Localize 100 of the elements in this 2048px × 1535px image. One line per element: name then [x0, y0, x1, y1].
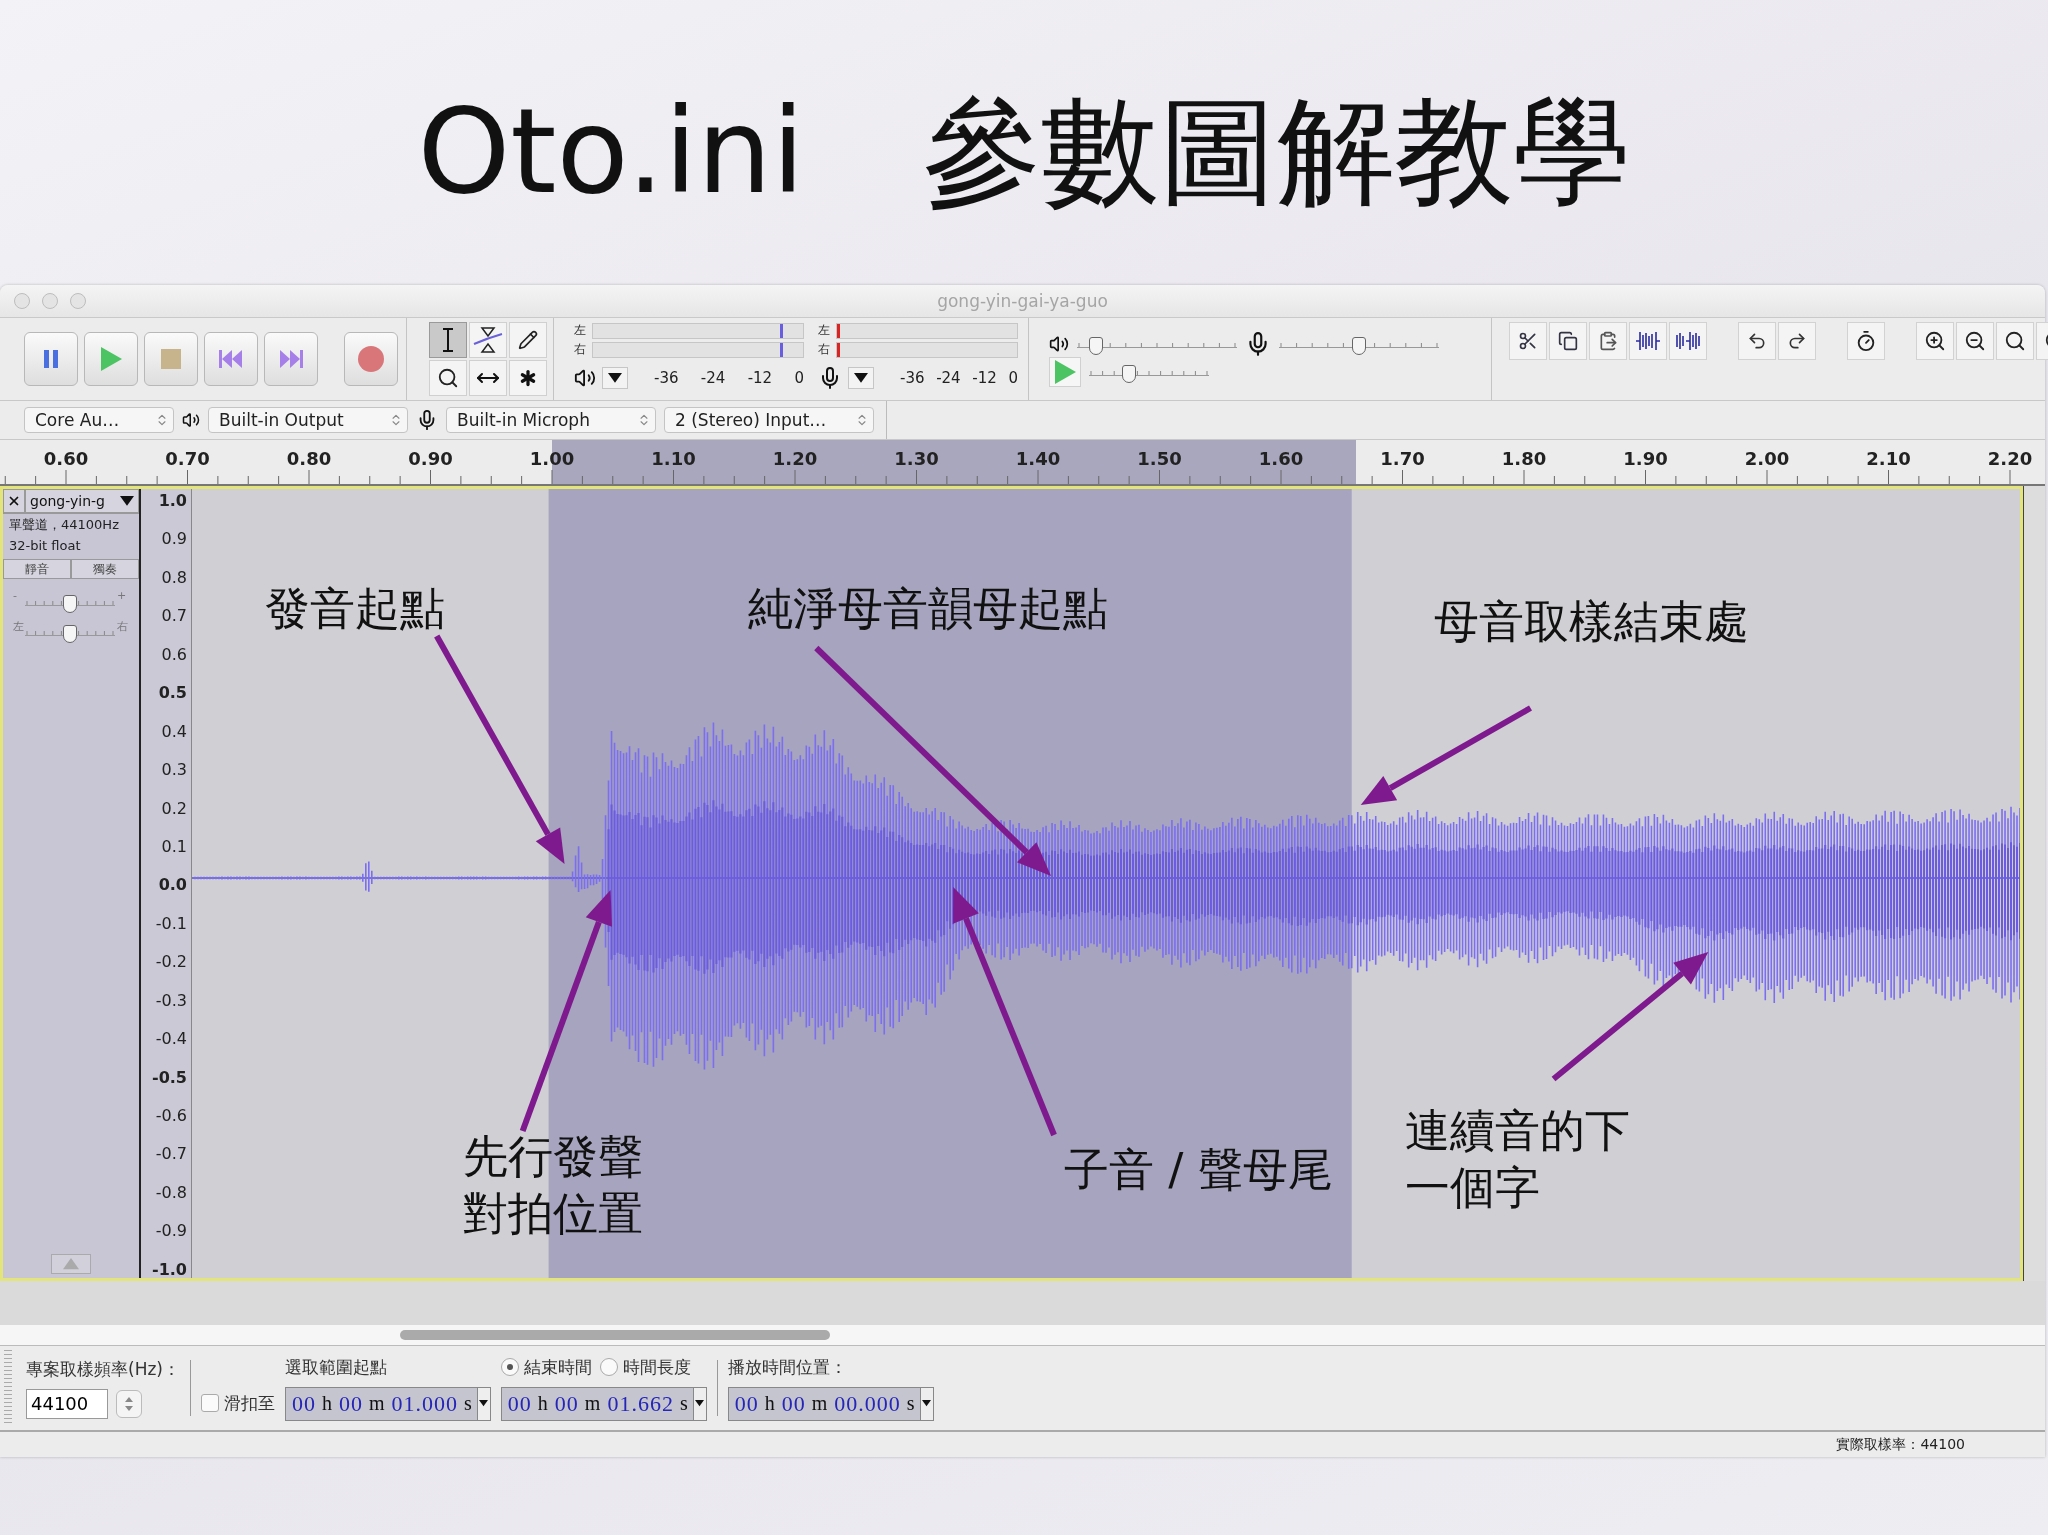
speaker-icon [1049, 334, 1069, 354]
slider-thumb[interactable] [1352, 337, 1366, 355]
paste-button[interactable] [1589, 322, 1627, 360]
snap-to-checkbox[interactable]: 滑扣至 [201, 1391, 275, 1415]
audio-host-select[interactable]: Core Au… [24, 407, 174, 433]
amplitude-label: 0.0 [157, 877, 188, 894]
tool-button[interactable] [429, 322, 467, 358]
project-rate-field[interactable]: 44100 [26, 1388, 108, 1419]
annotation-text: 先行發聲 對拍位置 [463, 1129, 643, 1243]
time-label: 1.70 [1380, 448, 1425, 469]
caret-icon [854, 373, 868, 383]
speaker-icon [182, 411, 200, 429]
output-device-select[interactable]: Built-in Output [208, 407, 408, 433]
project-rate-label: 專案取樣頻率(Hz)： [26, 1357, 180, 1381]
cut-button[interactable] [1509, 322, 1547, 360]
close-icon [7, 494, 21, 508]
amplitude-label: 0.6 [160, 646, 188, 663]
close-track-button[interactable] [3, 489, 25, 513]
paste-icon [1598, 331, 1618, 351]
caret-icon [479, 1400, 489, 1407]
meter-menu-button[interactable] [602, 367, 628, 389]
scissors-icon [1518, 331, 1538, 351]
meter-scale-label: -36 [654, 369, 679, 387]
slider-thumb[interactable] [1121, 365, 1136, 383]
pause-button[interactable] [24, 332, 78, 386]
slider-thumb[interactable] [63, 595, 77, 613]
status-text: 實際取樣率：44100 [1836, 1435, 1965, 1454]
undo-button[interactable] [1738, 322, 1776, 360]
time-label: 1.50 [1137, 448, 1182, 469]
time-label: 2.20 [1987, 448, 2033, 469]
timeline-ruler[interactable]: 0.60 0.70 0.80 0.90 1.00 1.10 1.20 1.30 1.40 1.50 1.60 1.70 1.80 1.90 2.00 2.10 2.20 [0, 440, 2045, 486]
speaker-icon[interactable] [574, 367, 596, 389]
tool-button[interactable] [429, 360, 467, 396]
scrollbar-thumb[interactable] [400, 1330, 830, 1340]
annotation-text: 子音 / 聲母尾 [1064, 1142, 1333, 1198]
time-label: 2.00 [1744, 448, 1790, 469]
time-field[interactable]: 00 h 00 m 01.662 s [500, 1386, 707, 1421]
caret-icon [608, 373, 622, 383]
audio-position-label: 播放時間位置： [727, 1355, 848, 1379]
amplitude-label: -0.8 [154, 1184, 188, 1201]
play-icon [1053, 359, 1077, 385]
caret-icon [922, 1400, 932, 1407]
tool-button[interactable] [509, 322, 547, 358]
input-channels-select[interactable]: 2 (Stereo) Input… [664, 407, 874, 433]
caret-icon [695, 1400, 705, 1407]
time-label: 0.70 [165, 448, 210, 469]
stepper-icon [124, 1395, 134, 1412]
fit-selection-button[interactable] [1996, 322, 2034, 360]
stopwatch-icon [1855, 330, 1877, 352]
track-button[interactable]: 獨奏 [71, 559, 139, 579]
end-mode-radio[interactable]: 結束時間 [500, 1355, 592, 1379]
zoom-out-button[interactable] [1956, 322, 1994, 360]
track-info: 32-bit float [8, 537, 82, 555]
trim-button[interactable] [1629, 322, 1667, 360]
end-mode-radio[interactable]: 時間長度 [599, 1355, 691, 1379]
meter-menu-button[interactable] [848, 367, 874, 389]
annotation-text: 純淨母音韻母起點 [748, 581, 1108, 637]
amplitude-label: -0.3 [154, 992, 188, 1009]
window-title: gong-yin-gai-ya-guo [937, 291, 1108, 311]
amplitude-label: 0.7 [160, 608, 188, 625]
zoom-in-icon [1924, 330, 1946, 352]
sync-lock-button[interactable] [1847, 322, 1885, 360]
input-device-select[interactable]: Built-in Microph [446, 407, 656, 433]
silence-button[interactable] [1669, 322, 1707, 360]
skip-start-button[interactable] [204, 332, 258, 386]
meter-scale-label: 0 [794, 369, 804, 387]
amplitude-label: -1.0 [151, 1261, 188, 1278]
stop-icon [160, 348, 182, 370]
meter-scale-label: -12 [747, 369, 773, 387]
amplitude-label: -0.7 [154, 1146, 188, 1163]
time-field[interactable]: 00 h 00 m 01.000 s [285, 1386, 491, 1421]
track-button[interactable]: 靜音 [3, 559, 71, 579]
track-name-menu[interactable]: gong-yin-g [25, 489, 139, 513]
copy-button[interactable] [1549, 322, 1587, 360]
skip-end-button[interactable] [264, 332, 318, 386]
rate-stepper[interactable] [116, 1389, 142, 1418]
time-label: 0.80 [286, 448, 332, 469]
tool-button[interactable] [469, 322, 507, 358]
tool-button[interactable] [509, 360, 547, 396]
waveform-trim-icon [1635, 330, 1661, 352]
amplitude-label: 0.8 [160, 569, 188, 586]
pencil-icon [518, 330, 538, 350]
amplitude-label: 0.3 [160, 762, 188, 779]
amplitude-label: -0.5 [151, 1069, 188, 1086]
slider-thumb[interactable] [63, 625, 77, 643]
time-label: 1.40 [1015, 448, 1061, 469]
redo-button[interactable] [1778, 322, 1816, 360]
amplitude-label: -0.9 [154, 1223, 188, 1240]
channel-label: 右 [818, 341, 831, 358]
zoom-icon [2004, 330, 2026, 352]
zoom-in-button[interactable] [1916, 322, 1954, 360]
gain-minus-label: - [13, 589, 18, 602]
gain-plus-label: + [117, 589, 127, 602]
time-label: 1.10 [651, 448, 696, 469]
envelope-icon [473, 326, 503, 354]
record-button[interactable] [344, 332, 398, 386]
slider-thumb[interactable] [1089, 337, 1104, 355]
annotation-text: 發音起點 [265, 581, 445, 637]
time-field[interactable]: 00 h 00 m 00.000 s [727, 1386, 934, 1421]
tool-button[interactable] [469, 360, 507, 396]
